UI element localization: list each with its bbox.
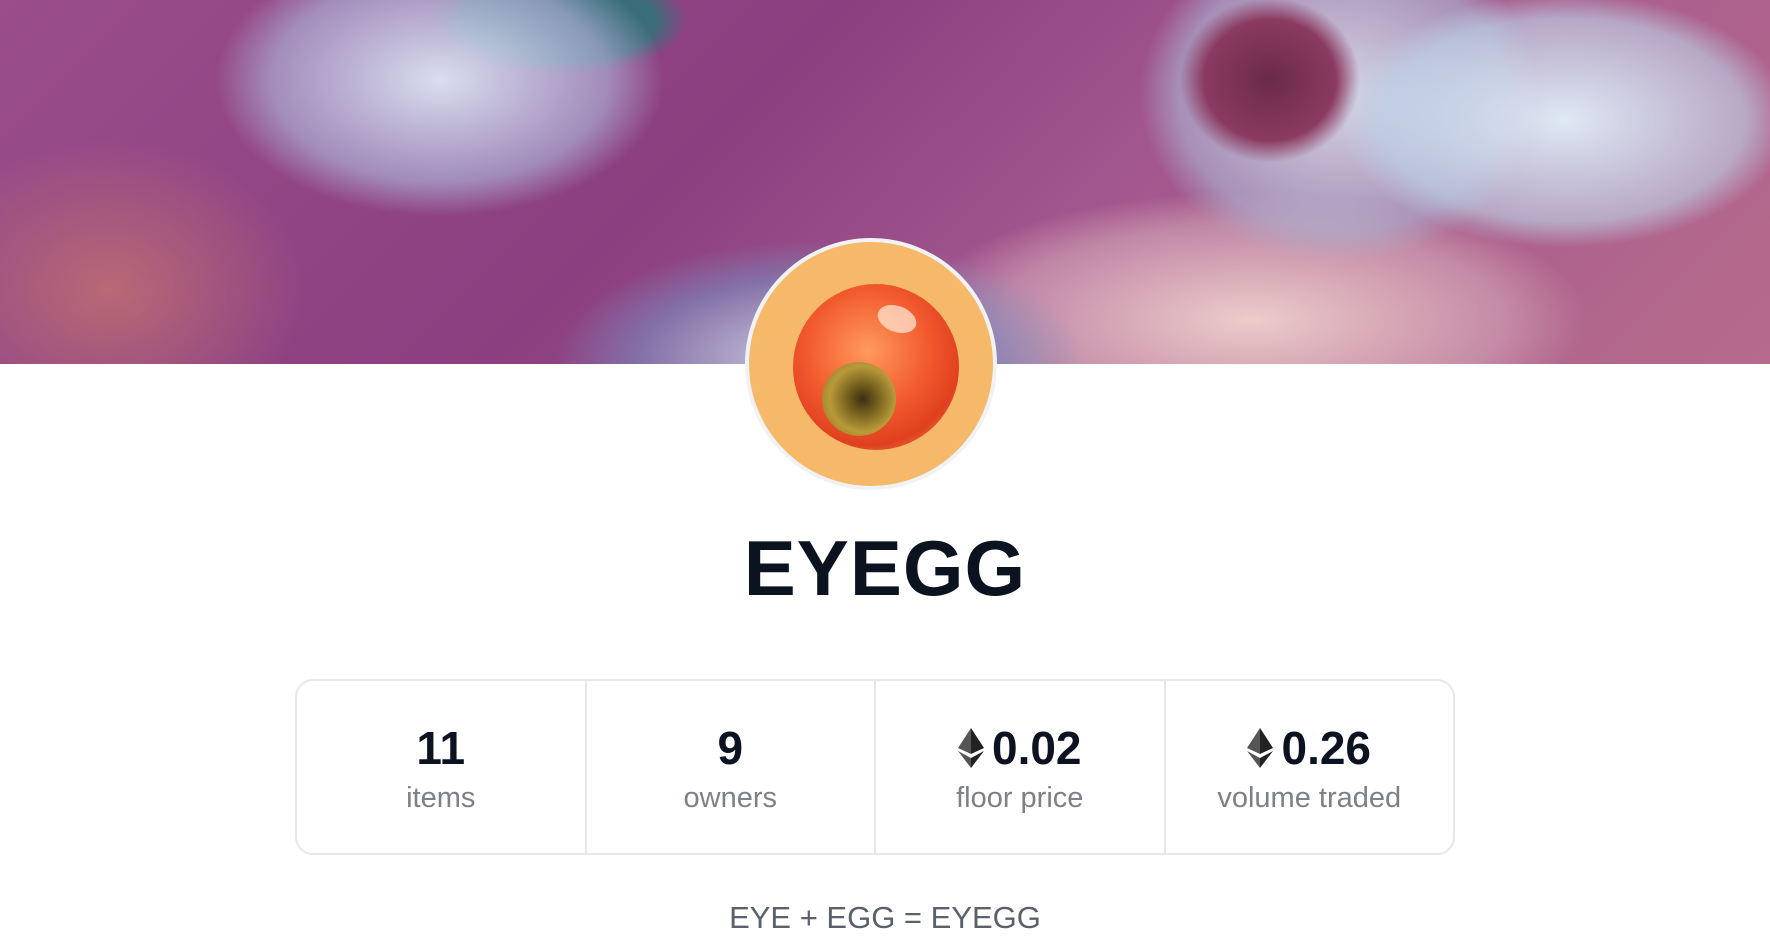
collection-avatar bbox=[745, 238, 997, 490]
stat-owners-value: 9 bbox=[717, 721, 744, 774]
stat-floor-price-label: floor price bbox=[956, 781, 1084, 814]
stat-volume-traded-label: volume traded bbox=[1217, 781, 1402, 814]
stat-items-value: 11 bbox=[416, 721, 466, 774]
collection-description: EYE + EGG = EYEGG bbox=[729, 900, 1041, 935]
stat-owners-label: owners bbox=[683, 781, 778, 814]
ethereum-icon bbox=[1247, 727, 1274, 768]
collection-stats: 11 items 9 owners 0.02 floor price 0.26 … bbox=[295, 679, 1455, 855]
stat-floor-price: 0.02 floor price bbox=[876, 681, 1166, 853]
ethereum-icon bbox=[957, 727, 984, 768]
stat-owners: 9 owners bbox=[587, 681, 876, 853]
stat-items: 11 items bbox=[297, 681, 587, 853]
egg-eye-iris bbox=[822, 362, 896, 436]
collection-title: EYEGG bbox=[743, 524, 1027, 612]
stat-floor-price-value: 0.02 bbox=[991, 721, 1082, 774]
stat-items-label: items bbox=[406, 781, 476, 814]
stat-volume-traded: 0.26 volume traded bbox=[1166, 681, 1454, 853]
stat-volume-traded-value: 0.26 bbox=[1281, 721, 1372, 774]
